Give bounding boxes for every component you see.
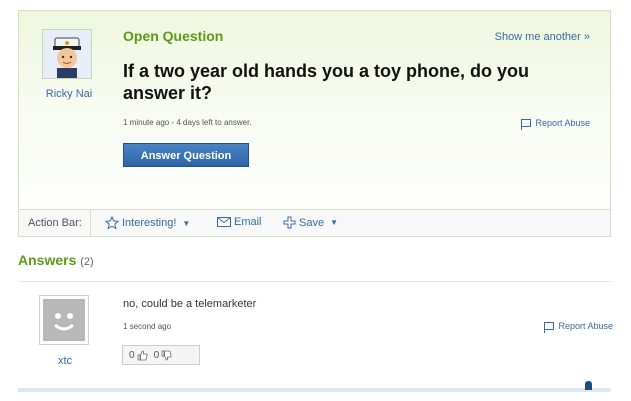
answer-question-button[interactable]: Answer Question [123, 143, 249, 167]
flag-icon [544, 322, 555, 333]
asker-avatar[interactable] [42, 29, 92, 79]
thumbs-up-button[interactable]: 0 [129, 350, 148, 361]
default-avatar-icon [43, 299, 85, 341]
thumbs-down-icon [161, 350, 172, 360]
report-abuse-link[interactable]: Report Abuse [521, 118, 590, 130]
envelope-icon [217, 217, 231, 227]
thumbs-up-icon [137, 350, 148, 360]
flag-icon [521, 119, 532, 130]
answer-text: no, could be a telemarketer [123, 298, 257, 310]
chevron-down-icon: ▼ [330, 218, 338, 227]
divider [90, 210, 91, 236]
plus-icon [283, 216, 296, 229]
vote-box: 0 0 [122, 345, 200, 365]
question-title: If a two year old hands you a toy phone,… [123, 61, 530, 103]
scroll-indicator [585, 381, 592, 390]
report-abuse-label: Report Abuse [558, 321, 613, 331]
save-button[interactable]: Save ▼ [283, 216, 338, 229]
question-type-label: Open Question [123, 28, 224, 44]
thumbs-down-count: 0 [153, 349, 160, 361]
email-label: Email [234, 216, 262, 228]
show-another-link[interactable]: Show me another » [495, 31, 590, 43]
action-bar-label: Action Bar: [28, 217, 82, 229]
answers-heading: Answers (2) [18, 252, 94, 268]
save-label: Save [299, 216, 325, 229]
report-abuse-link[interactable]: Report Abuse [544, 321, 613, 333]
question-meta: 1 minute ago - 4 days left to answer. [123, 118, 252, 127]
thumbs-up-count: 0 [129, 349, 135, 361]
question-box: Ricky Nai Open Question Show me another … [18, 10, 611, 237]
interesting-label: Interesting! [122, 217, 177, 229]
answerer-avatar[interactable] [39, 295, 89, 345]
action-bar: Action Bar: Interesting! ▼ Email Save ▼ [19, 209, 610, 236]
interesting-button[interactable]: Interesting! ▼ [105, 216, 190, 230]
answers-count: (2) [80, 256, 94, 268]
captain-avatar-icon [43, 30, 91, 78]
thumbs-down-button[interactable]: 0 [154, 350, 173, 361]
answers-heading-label: Answers [18, 252, 77, 268]
answerer-name[interactable]: xtc [30, 355, 100, 367]
divider [18, 281, 611, 282]
chevron-down-icon: ▼ [182, 218, 191, 228]
answer-time: 1 second ago [123, 322, 172, 331]
email-button[interactable]: Email [217, 216, 262, 228]
asker-name[interactable]: Ricky Nai [32, 88, 106, 100]
star-icon [105, 216, 119, 230]
report-abuse-label: Report Abuse [535, 118, 590, 128]
divider [18, 388, 611, 392]
